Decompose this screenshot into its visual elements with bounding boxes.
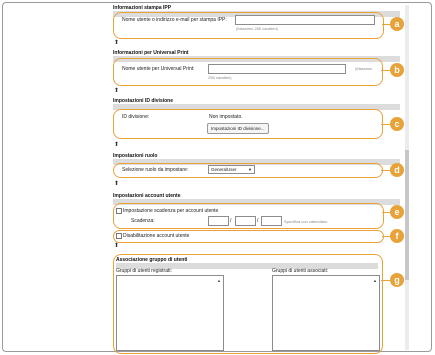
registered-groups-label: Gruppi di utenti registrati: [116, 268, 172, 274]
callout-c: c [390, 117, 404, 131]
callout-leader-c [381, 124, 390, 126]
callout-e: e [390, 205, 404, 219]
scroll-up-arrow-icon[interactable]: ⬆ [114, 142, 119, 148]
callout-leader-a [382, 24, 390, 26]
disable-account-checkbox[interactable] [116, 233, 122, 239]
callout-leader-g [381, 280, 390, 282]
callout-leader-b [381, 70, 390, 72]
role-select-label: Selezione ruolo da impostare: [122, 167, 189, 173]
callout-g: g [390, 273, 404, 287]
division-id-label: ID divisione: [122, 114, 150, 120]
scroll-up-arrow-icon[interactable]: ⬆ [114, 181, 119, 187]
callout-f: f [390, 229, 404, 243]
ipp-username-hint: (Massimo 256 caratteri) [236, 26, 279, 31]
callout-leader-d [381, 170, 390, 172]
associated-groups-list[interactable]: ▲ [272, 275, 380, 351]
scroll-up-arrow-icon[interactable]: ⬆ [114, 243, 119, 249]
division-id-status: Non impostato. [209, 114, 243, 120]
role-select[interactable]: GeneralUser ▼ [208, 165, 255, 174]
scroll-up-arrow-icon[interactable]: ⬆ [114, 40, 119, 46]
universal-username-input[interactable] [208, 64, 346, 74]
associated-groups-label: Gruppi di utenti associati: [272, 268, 329, 274]
expiry-date-label: Scadenza: [131, 218, 155, 224]
callout-leader-f [382, 236, 390, 238]
division-id-settings-button[interactable]: Impostazioni ID divisione... [207, 123, 269, 134]
callout-leader-e [382, 212, 390, 214]
ipp-username-label: Nome utente o indirizzo e-mail per stamp… [122, 17, 227, 23]
universal-hint-line2: 256 caratteri) [208, 75, 232, 80]
expiry-month-input[interactable] [235, 216, 256, 226]
expiry-checkbox[interactable] [116, 208, 122, 214]
registered-groups-list[interactable]: ▲ [116, 275, 224, 351]
scroll-up-icon[interactable]: ▲ [217, 278, 221, 283]
callout-a: a [390, 17, 404, 31]
callout-b: b [390, 63, 404, 77]
date-separator: / [257, 218, 259, 224]
callout-d: d [390, 163, 404, 177]
scroll-up-icon[interactable]: ▲ [373, 278, 377, 283]
role-select-value: GeneralUser [211, 167, 237, 172]
universal-username-label: Nome utente per Universal Print: [122, 66, 195, 72]
page-scrollbar-thumb[interactable] [405, 150, 409, 280]
date-separator: / [230, 218, 232, 224]
scroll-up-arrow-icon[interactable]: ⬆ [114, 88, 119, 94]
calendar-link[interactable]: Specifica con calendario [284, 219, 327, 224]
ipp-username-input[interactable] [235, 15, 375, 25]
expiry-day-input[interactable] [261, 216, 282, 226]
disable-account-label: Disabilitazione account utente [123, 233, 190, 239]
expiry-checkbox-label: Impostazione scadenza per account utente [123, 208, 219, 214]
expiry-year-input[interactable] [208, 216, 229, 226]
chevron-down-icon: ▼ [248, 167, 252, 172]
universal-hint-line1: (Massimo [355, 66, 373, 71]
